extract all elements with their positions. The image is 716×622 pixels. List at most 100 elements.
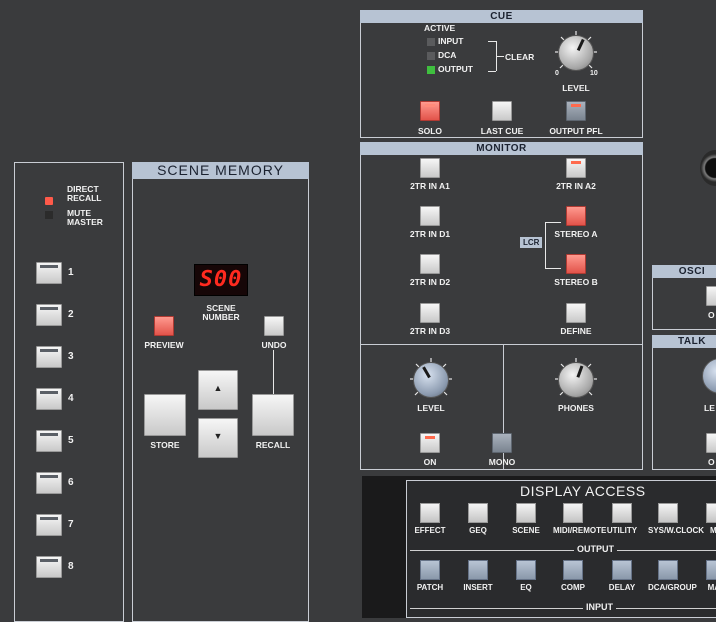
lcr-bracket-bottom xyxy=(545,268,561,269)
cue-clear-label: CLEAR xyxy=(505,52,535,62)
display-key-utility[interactable] xyxy=(612,503,632,523)
2tr-in-d2-label: 2TR IN D2 xyxy=(409,277,451,287)
2tr-in-a1-label: 2TR IN A1 xyxy=(410,181,450,191)
scene-direct-panel: DIRECT RECALL MUTE MASTER xyxy=(14,162,124,622)
2tr-in-d3-button[interactable] xyxy=(420,303,440,323)
output-pfl-label: OUTPUT PFL xyxy=(549,126,603,136)
oscillator-title: OSCI xyxy=(652,265,716,278)
scene-direct-button-8[interactable] xyxy=(36,556,62,578)
scene-direct-button-7[interactable] xyxy=(36,514,62,536)
cue-active-label: ACTIVE xyxy=(424,23,456,33)
cue-dca-label: DCA xyxy=(438,50,457,60)
display-key-sys-w-clock[interactable] xyxy=(658,503,678,523)
cue-knob-min: 0 xyxy=(555,70,559,77)
display-key-label-effect: EFFECT xyxy=(414,526,446,535)
scene-direct-label-3: 3 xyxy=(68,351,74,362)
display-key-label-sys-w-clock: SYS/W.CLOCK xyxy=(648,526,705,535)
display-key-label-midi-remote: MIDI/REMOTE xyxy=(553,526,607,535)
scene-direct-label-7: 7 xyxy=(68,519,74,530)
display-key-midi-remote[interactable] xyxy=(563,503,583,523)
scene-memory-title: SCENE MEMORY xyxy=(132,162,309,179)
phones-label: PHONES xyxy=(558,403,594,413)
display-key-label-dca-group: DCA/GROUP xyxy=(648,583,697,592)
2tr-in-a1-button[interactable] xyxy=(420,158,440,178)
display-key-dca-group[interactable] xyxy=(658,560,678,580)
display-key-label-scene: SCENE xyxy=(512,526,540,535)
scene-number-label: SCENE NUMBER xyxy=(202,303,240,322)
clear-bracket-b xyxy=(488,71,496,72)
scene-direct-button-1[interactable] xyxy=(36,262,62,284)
monitor-level-knob[interactable] xyxy=(413,362,449,398)
recall-button[interactable] xyxy=(252,394,294,436)
2tr-in-d1-button[interactable] xyxy=(420,206,440,226)
down-arrow-icon: ▼ xyxy=(213,431,223,441)
display-key-mat[interactable] xyxy=(706,560,716,580)
monitor-on-button[interactable] xyxy=(420,433,440,453)
cue-title: CUE xyxy=(360,10,643,23)
display-key-label-me: ME xyxy=(710,526,716,535)
display-key-label-patch: PATCH xyxy=(416,583,444,592)
scene-direct-label-5: 5 xyxy=(68,435,74,446)
monitor-level-label: LEVEL xyxy=(417,403,445,413)
scene-number-display: S00 xyxy=(194,264,248,296)
define-button[interactable] xyxy=(566,303,586,323)
display-key-eq[interactable] xyxy=(516,560,536,580)
preview-button[interactable] xyxy=(154,316,174,336)
2tr-in-d2-button[interactable] xyxy=(420,254,440,274)
display-key-label-insert: INSERT xyxy=(463,583,493,592)
clear-bracket-m xyxy=(496,56,504,57)
scene-down-button[interactable]: ▼ xyxy=(198,418,238,458)
output-separator-line xyxy=(410,550,716,551)
2tr-in-d3-label: 2TR IN D3 xyxy=(409,326,451,336)
display-key-effect[interactable] xyxy=(420,503,440,523)
store-button[interactable] xyxy=(144,394,186,436)
scene-direct-button-5[interactable] xyxy=(36,430,62,452)
scene-direct-button-2[interactable] xyxy=(36,304,62,326)
display-key-delay[interactable] xyxy=(612,560,632,580)
stereo-a-label: STEREO A xyxy=(554,229,598,239)
scene-direct-label-6: 6 xyxy=(68,477,74,488)
display-key-comp[interactable] xyxy=(563,560,583,580)
cue-output-led xyxy=(427,66,435,74)
display-access-panel xyxy=(406,480,716,618)
display-key-insert[interactable] xyxy=(468,560,488,580)
undo-button[interactable] xyxy=(264,316,284,336)
scene-direct-button-4[interactable] xyxy=(36,388,62,410)
xlr-connector xyxy=(700,150,716,186)
up-arrow-icon: ▲ xyxy=(213,383,223,393)
cue-level-knob[interactable] xyxy=(558,35,594,71)
scene-direct-button-3[interactable] xyxy=(36,346,62,368)
scene-direct-label-2: 2 xyxy=(68,309,74,320)
2tr-in-a2-button[interactable] xyxy=(566,158,586,178)
stereo-b-button[interactable] xyxy=(566,254,586,274)
monitor-on-label: ON xyxy=(423,457,437,467)
talkback-on-button[interactable] xyxy=(706,433,716,453)
last-cue-button[interactable] xyxy=(492,101,512,121)
lcr-label: LCR xyxy=(520,237,543,248)
direct-recall-led xyxy=(45,197,53,205)
undo-label: UNDO xyxy=(261,340,287,350)
output-pfl-button[interactable] xyxy=(566,101,586,121)
output-section-label: OUTPUT xyxy=(574,544,617,554)
solo-button[interactable] xyxy=(420,101,440,121)
scene-up-button[interactable]: ▲ xyxy=(198,370,238,410)
scene-direct-button-6[interactable] xyxy=(36,472,62,494)
mono-label: MONO xyxy=(488,457,516,467)
display-key-patch[interactable] xyxy=(420,560,440,580)
display-key-label-delay: DELAY xyxy=(608,583,636,592)
mono-button[interactable] xyxy=(492,433,512,453)
oscillator-on-button[interactable] xyxy=(706,286,716,306)
lcr-bracket-v xyxy=(545,222,546,268)
undo-recall-link xyxy=(273,350,274,394)
cue-knob-max: 10 xyxy=(590,70,598,77)
phones-knob[interactable] xyxy=(558,362,594,398)
2tr-in-a2-label: 2TR IN A2 xyxy=(556,181,596,191)
store-label: STORE xyxy=(150,440,180,450)
cue-input-led xyxy=(427,38,435,46)
monitor-title: MONITOR xyxy=(360,142,643,155)
stereo-a-button[interactable] xyxy=(566,206,586,226)
display-key-me[interactable] xyxy=(706,503,716,523)
display-key-geq[interactable] xyxy=(468,503,488,523)
display-key-scene[interactable] xyxy=(516,503,536,523)
define-label: DEFINE xyxy=(560,326,592,336)
